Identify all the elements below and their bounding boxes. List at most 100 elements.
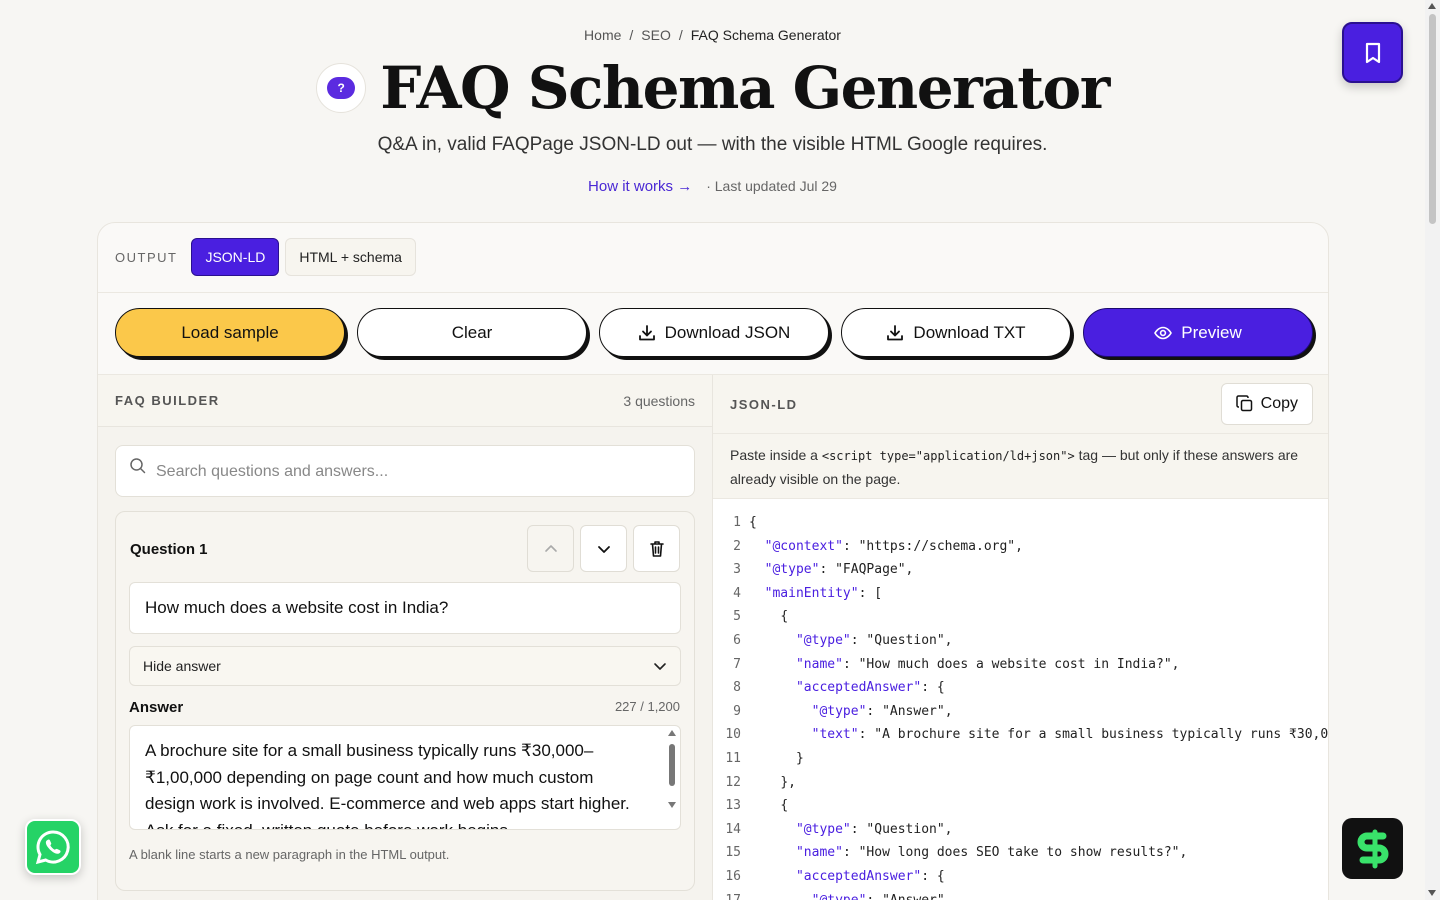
page-scrollbar[interactable] [1425,0,1440,900]
load-sample-button[interactable]: Load sample [115,308,345,357]
download-icon [887,324,904,340]
code-line: 3 "@type": "FAQPage", [713,558,1328,582]
json-key: "@type" [811,703,867,719]
code-text: "@type": "Answer", [749,889,953,900]
json-key: "@type" [764,562,820,578]
preview-button[interactable]: Preview [1083,308,1313,357]
copy-button[interactable]: Copy [1220,383,1313,425]
last-updated: · Last updated Jul 29 [706,178,837,194]
line-number: 8 [733,680,741,696]
code-line: 15 "name": "How long does SEO take to sh… [713,841,1328,865]
code-line: 5 { [713,605,1328,629]
json-value: { [780,798,789,814]
hide-answer-toggle[interactable]: Hide answer [129,646,681,686]
whatsapp-icon [35,830,70,865]
scroll-down-arrow-icon[interactable] [668,802,676,808]
answer-scrollbar-thumb[interactable] [669,744,675,786]
scroll-down-arrow-icon[interactable] [1428,890,1436,896]
breadcrumb-current: FAQ Schema Generator [690,27,841,43]
line-number: 17 [725,892,741,900]
json-key: "text" [811,727,859,743]
line-number: 2 [733,538,741,554]
scroll-up-arrow-icon[interactable] [668,730,676,736]
json-ld-panel: JSON-LD Copy Paste inside a <script type… [713,375,1328,900]
question-input[interactable]: How much does a website cost in India? [129,582,681,634]
code-line: 16 "acceptedAnswer": { [713,865,1328,889]
code-text: "@context": "https://schema.org", [749,535,1023,559]
hide-answer-label: Hide answer [143,658,221,674]
paste-note-before: Paste inside a [730,447,822,463]
code-text: "name": "How long does SEO take to show … [749,841,1187,865]
clear-button[interactable]: Clear [357,308,587,357]
whatsapp-button[interactable] [25,819,81,875]
title-row: ? FAQ Schema Generator [0,54,1425,122]
breadcrumb-home[interactable]: Home [584,27,621,43]
tab-html-schema[interactable]: HTML + schema [285,238,416,276]
delete-question-button[interactable] [633,525,680,572]
code-text: "acceptedAnswer": { [749,676,945,700]
json-value: : "How long does SEO take to show result… [842,845,1188,861]
brand-logo-button[interactable] [1342,818,1403,879]
move-up-button[interactable] [527,525,574,572]
json-value: } [795,750,804,766]
line-number: 12 [725,774,741,790]
question-controls [527,525,680,572]
search-icon [130,458,146,474]
code-line: 8 "acceptedAnswer": { [713,676,1328,700]
question-card: Question 1 How much does a website cost … [115,511,695,891]
code-text: { [749,511,757,535]
trash-icon [649,540,664,557]
code-text: "@type": "Question", [749,818,953,842]
download-json-button[interactable]: Download JSON [599,308,829,357]
json-key: "@type" [795,821,851,837]
search-input[interactable] [156,463,676,481]
code-line: 10 "text": "A brochure site for a small … [713,723,1328,747]
line-number: 7 [733,656,741,672]
code-line: 13 { [713,794,1328,818]
breadcrumb: Home / SEO / FAQ Schema Generator [0,27,1425,43]
line-number: 14 [725,821,741,837]
json-value: : { [921,868,945,884]
line-number: 11 [725,750,741,766]
search-box [115,445,695,497]
breadcrumb-separator: / [629,27,634,43]
code-text: "@type": "FAQPage", [749,558,914,582]
json-key: "name" [795,845,843,861]
move-down-button[interactable] [580,525,627,572]
code-line: 4 "mainEntity": [ [713,582,1328,606]
json-value: : "Answer", [866,892,953,900]
breadcrumb-seo[interactable]: SEO [641,27,671,43]
json-key: "name" [795,656,843,672]
preview-label: Preview [1181,322,1242,342]
json-key: "acceptedAnswer" [795,868,922,884]
answer-scrollbar[interactable] [667,728,677,826]
bookmark-button[interactable] [1342,22,1403,83]
json-value: : "Answer", [866,703,953,719]
download-txt-button[interactable]: Download TXT [841,308,1071,357]
line-number: 5 [733,609,741,625]
scrollbar-thumb[interactable] [1429,14,1436,224]
question-count: 3 questions [623,392,695,409]
faq-chat-bubble: ? [327,77,356,99]
answer-char-count: 227 / 1,200 [614,699,680,714]
answer-label: Answer [129,699,184,716]
line-number: 15 [725,845,741,861]
json-value: }, [780,774,796,790]
download-txt-label: Download TXT [913,322,1026,342]
scroll-up-arrow-icon[interactable] [1428,3,1436,9]
line-number: 6 [733,632,741,648]
json-value: : "FAQPage", [819,562,914,578]
output-selector: OUTPUT JSON-LD HTML + schema [115,238,416,276]
faq-builder-header: FAQ BUILDER 3 questions [98,375,712,427]
line-number: 16 [725,868,741,884]
tab-json-ld[interactable]: JSON-LD [191,238,280,276]
how-it-works-link[interactable]: How it works → [588,178,692,195]
answer-textarea[interactable]: A brochure site for a small business typ… [129,725,681,830]
script-tag-code: <script type="application/ld+json"> [821,449,1075,463]
meta-row: How it works → · Last updated Jul 29 [0,178,1425,195]
